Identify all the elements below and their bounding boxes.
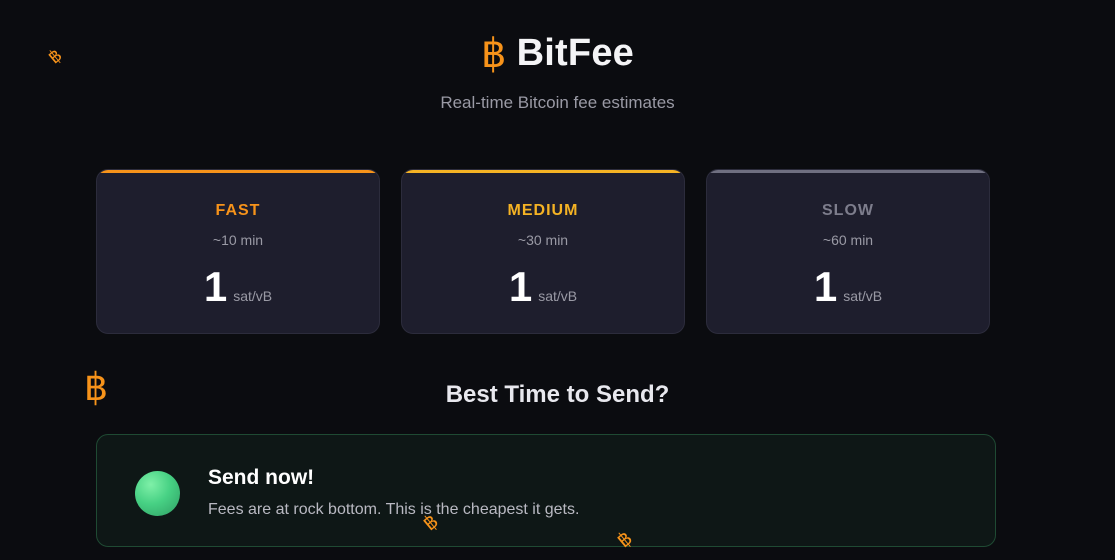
recommendation-title: Send now! — [208, 466, 315, 489]
fee-card-value-row: 1 sat/vB — [402, 266, 684, 308]
fee-card-fast: FAST ~10 min 1 sat/vB — [96, 169, 380, 334]
fee-card-medium: MEDIUM ~30 min 1 sat/vB — [401, 169, 685, 334]
fee-card-value: 1 — [203, 263, 228, 310]
fee-card-unit: sat/vB — [233, 288, 273, 304]
fee-card-unit: sat/vB — [843, 288, 883, 304]
fee-card-label: FAST — [215, 202, 261, 219]
status-indicator-dot — [135, 471, 180, 516]
brand: ฿ BitFee — [481, 32, 634, 75]
fee-card-time: ~10 min — [212, 232, 264, 248]
fee-card-value: 1 — [508, 263, 533, 310]
fee-card-unit: sat/vB — [538, 288, 578, 304]
fee-card-label: SLOW — [822, 202, 874, 219]
app-title: BitFee — [516, 32, 634, 74]
fee-card-time: ~30 min — [517, 232, 569, 248]
fee-card-time: ~60 min — [822, 232, 874, 248]
section-title: Best Time to Send? — [445, 381, 670, 408]
recommendation-panel: Send now! Fees are at rock bottom. This … — [96, 434, 996, 547]
fee-card-label: MEDIUM — [507, 202, 579, 219]
bitcoin-icon: ฿ — [481, 31, 507, 76]
fee-card-slow: SLOW ~60 min 1 sat/vB — [706, 169, 990, 334]
recommendation-text: Fees are at rock bottom. This is the che… — [208, 501, 580, 518]
fee-card-value-row: 1 sat/vB — [707, 266, 989, 308]
app-header: ฿ BitFee Real-time Bitcoin fee estimates — [0, 32, 1115, 113]
bitfee-page: ฿ ฿ ฿ BitFee Real-time Bitcoin fee estim… — [0, 0, 1115, 560]
fee-card-value-row: 1 sat/vB — [97, 266, 379, 308]
fee-card-value: 1 — [813, 263, 838, 310]
fee-cards: FAST ~10 min 1 sat/vB MEDIUM ~30 min 1 s… — [96, 169, 990, 334]
app-subtitle: Real-time Bitcoin fee estimates — [440, 93, 675, 112]
